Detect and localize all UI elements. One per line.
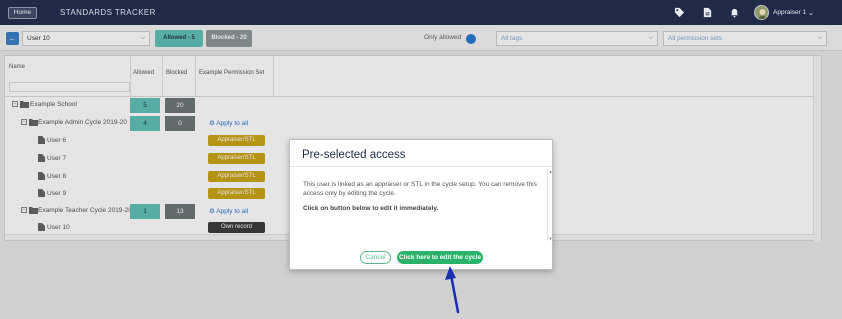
chevron-down-icon[interactable]: ⌄	[808, 9, 814, 17]
modal-instruction: Click on button below to edit it immedia…	[303, 205, 439, 212]
scroll-down-icon[interactable]: ▼	[548, 236, 553, 241]
modal-title: Pre-selected access	[302, 149, 406, 161]
pre-selected-access-modal: Pre-selected access This user is linked …	[289, 139, 553, 270]
edit-cycle-button[interactable]: Click here to edit the cycle	[397, 251, 483, 264]
avatar[interactable]	[754, 5, 769, 20]
document-icon[interactable]	[702, 7, 713, 18]
modal-message: This user is linked as an appraiser or S…	[303, 181, 537, 197]
user-name[interactable]: Appraiser 1	[773, 9, 806, 16]
scroll-up-icon[interactable]: ▲	[548, 169, 553, 174]
home-button[interactable]: Home	[8, 7, 37, 19]
bell-icon[interactable]	[729, 7, 740, 18]
modal-body: This user is linked as an appraiser or S…	[300, 169, 552, 241]
modal-divider	[290, 166, 552, 167]
modal-scrollbar[interactable]: ▲ ▼	[547, 169, 552, 241]
app-title: STANDARDS TRACKER	[60, 8, 156, 17]
cancel-button[interactable]: Cancel	[360, 251, 391, 264]
tag-icon[interactable]	[674, 7, 685, 18]
top-bar: Home STANDARDS TRACKER Appraiser 1 ⌄	[0, 0, 842, 25]
